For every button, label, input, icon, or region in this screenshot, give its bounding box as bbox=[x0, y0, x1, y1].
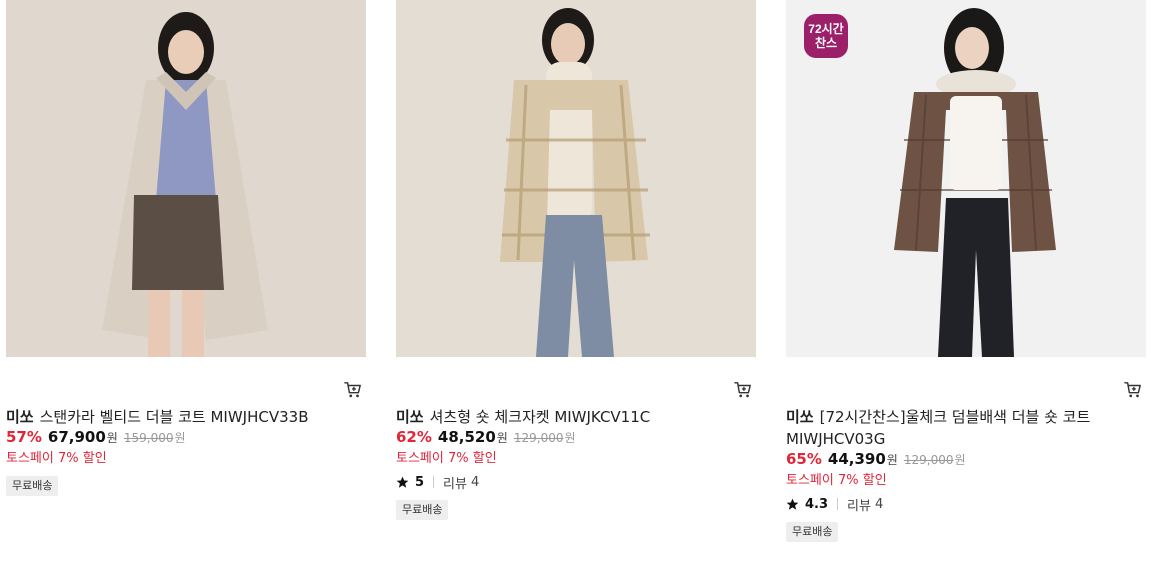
promo-badge: 72시간 찬스 bbox=[804, 14, 848, 58]
brand-name: 미쏘 bbox=[396, 408, 424, 426]
product-name: 셔츠형 숏 체크자켓 MIWJKCV11C bbox=[429, 408, 651, 426]
sale-price: 67,900 bbox=[47, 428, 106, 446]
sale-price: 48,520 bbox=[437, 428, 496, 446]
product-name: [72시간찬스]울체크 덤블배색 더블 숏 코트 MIWJHCV03G bbox=[786, 408, 1091, 448]
sale-price: 44,390 bbox=[827, 450, 886, 468]
original-price: 129,000 bbox=[903, 453, 954, 467]
review-count: 4 bbox=[470, 474, 480, 490]
review-label: 리뷰 bbox=[443, 476, 467, 492]
price-row: 62% 48,520 원 129,000 원 bbox=[396, 428, 756, 450]
promo-text: 토스페이 7% 할인 bbox=[396, 451, 497, 466]
promo-text: 토스페이 7% 할인 bbox=[6, 451, 107, 466]
currency-unit: 원 bbox=[496, 431, 508, 445]
star-icon bbox=[786, 498, 799, 510]
product-photo bbox=[6, 0, 366, 357]
promo-text: 토스페이 7% 할인 bbox=[786, 473, 887, 488]
product-card[interactable]: 72시간 찬스 미쏘 [72시간찬스]울체크 덤블배색 더블 숏 코트 MIWJH… bbox=[786, 0, 1146, 542]
product-card[interactable]: 미쏘 셔츠형 숏 체크자켓 MIWJKCV11C 62% 48,520 원 129… bbox=[396, 0, 756, 520]
original-price: 159,000 bbox=[123, 431, 174, 445]
review-count: 4 bbox=[874, 496, 884, 512]
product-image[interactable] bbox=[6, 0, 366, 357]
review-label: 리뷰 bbox=[847, 498, 871, 514]
brand-name: 미쏘 bbox=[6, 408, 34, 426]
product-image[interactable]: 72시간 찬스 bbox=[786, 0, 1146, 357]
price-row: 65% 44,390 원 129,000 원 bbox=[786, 450, 1146, 472]
cart-icon[interactable] bbox=[734, 381, 754, 401]
star-icon bbox=[396, 476, 409, 488]
free-shipping-tag: 무료배송 bbox=[396, 500, 449, 520]
free-shipping-tag: 무료배송 bbox=[786, 522, 839, 542]
product-photo bbox=[396, 0, 756, 357]
product-card[interactable]: 미쏘 스탠카라 벨티드 더블 코트 MIWJHCV33B 57% 67,900 원… bbox=[6, 0, 366, 496]
product-title[interactable]: 미쏘 셔츠형 숏 체크자켓 MIWJKCV11C bbox=[396, 406, 756, 428]
original-price: 129,000 bbox=[513, 431, 564, 445]
brand-name: 미쏘 bbox=[786, 408, 814, 426]
discount-rate: 62% bbox=[396, 428, 432, 446]
price-row: 57% 67,900 원 159,000 원 bbox=[6, 428, 366, 450]
product-title[interactable]: 미쏘 [72시간찬스]울체크 덤블배색 더블 숏 코트 MIWJHCV03G bbox=[786, 406, 1146, 450]
rating-row: 4.3 리뷰 4 bbox=[786, 494, 1146, 514]
currency-unit: 원 bbox=[886, 453, 898, 467]
currency-unit: 원 bbox=[106, 431, 118, 445]
product-grid: 미쏘 스탠카라 벨티드 더블 코트 MIWJHCV33B 57% 67,900 원… bbox=[0, 0, 1154, 566]
discount-rate: 65% bbox=[786, 450, 822, 468]
original-currency-unit: 원 bbox=[954, 453, 966, 467]
original-currency-unit: 원 bbox=[174, 431, 186, 445]
badge-line-1: 72시간 bbox=[808, 22, 844, 36]
divider bbox=[433, 476, 435, 488]
discount-rate: 57% bbox=[6, 428, 42, 446]
divider bbox=[837, 498, 839, 510]
rating-row: 5 리뷰 4 bbox=[396, 472, 756, 492]
product-title[interactable]: 미쏘 스탠카라 벨티드 더블 코트 MIWJHCV33B bbox=[6, 406, 366, 428]
rating-score: 5 bbox=[415, 474, 425, 490]
badge-line-2: 찬스 bbox=[814, 36, 838, 50]
cart-icon[interactable] bbox=[1124, 381, 1144, 401]
product-name: 스탠카라 벨티드 더블 코트 MIWJHCV33B bbox=[39, 408, 309, 426]
cart-icon[interactable] bbox=[344, 381, 364, 401]
rating-score: 4.3 bbox=[805, 496, 829, 512]
free-shipping-tag: 무료배송 bbox=[6, 476, 59, 496]
original-currency-unit: 원 bbox=[564, 431, 576, 445]
product-image[interactable] bbox=[396, 0, 756, 357]
